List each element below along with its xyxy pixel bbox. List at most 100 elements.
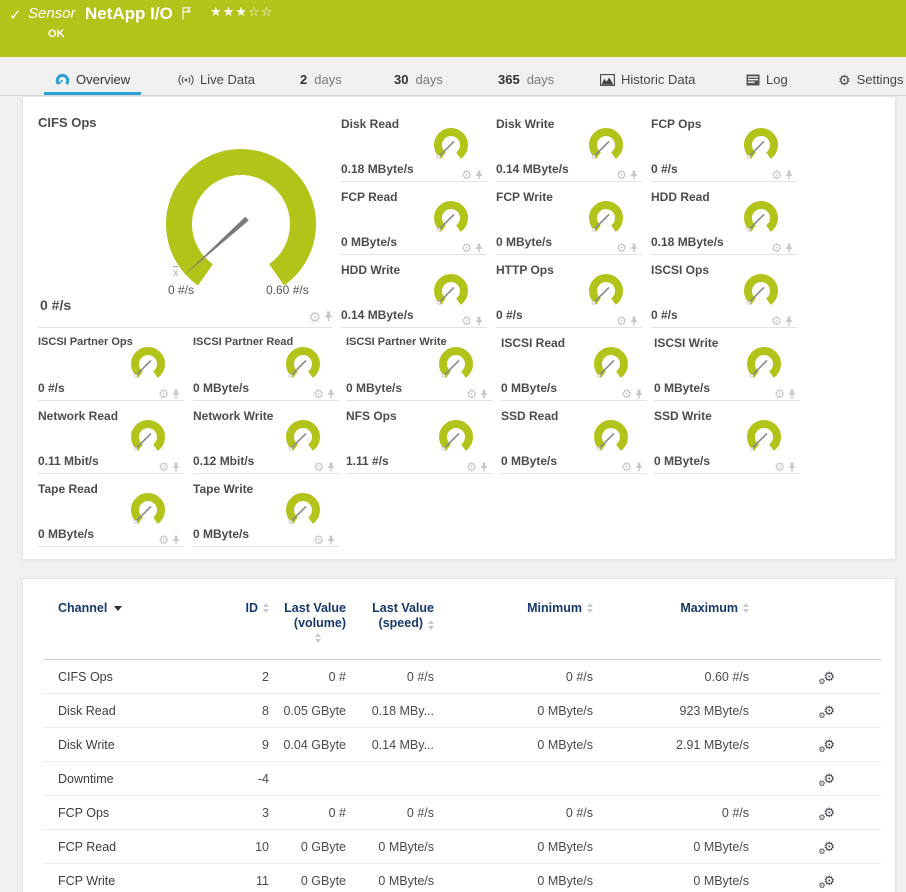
col-minimum[interactable]: Minimum	[434, 601, 593, 659]
flag-icon[interactable]	[182, 7, 191, 25]
average-marker: x	[173, 267, 179, 279]
gauge-settings-icon[interactable]: ⚙	[313, 388, 324, 400]
pin-icon[interactable]	[475, 316, 483, 327]
gauge-settings-icon[interactable]: ⚙	[466, 388, 477, 400]
gauge-settings-icon[interactable]: ⚙	[616, 169, 627, 181]
tab-overview[interactable]: Overview	[55, 72, 130, 87]
pin-icon[interactable]	[327, 535, 335, 546]
gauge-cell-http-ops[interactable]: HTTP Ops 0 #/s ⚙	[496, 255, 642, 328]
tab-historic-data[interactable]: Historic Data	[600, 72, 695, 87]
pin-icon[interactable]	[172, 535, 180, 546]
gauge-settings-icon[interactable]: ⚙	[313, 534, 324, 546]
pin-icon[interactable]	[630, 243, 638, 254]
gauge-settings-icon[interactable]: ⚙	[158, 388, 169, 400]
col-id[interactable]: ID	[218, 601, 269, 659]
gauge-cell-iscsi-ops[interactable]: ISCSI Ops 0 #/s ⚙	[651, 255, 797, 328]
gauge-cell-nfs-ops[interactable]: NFS Ops 1.11 #/s ⚙	[346, 401, 492, 474]
col-channel[interactable]: Channel	[58, 601, 218, 659]
pin-icon[interactable]	[635, 389, 643, 400]
tab-2-days[interactable]: 2 days	[300, 72, 342, 87]
tab-log[interactable]: Log	[746, 72, 788, 87]
gauge-cell-fcp-ops[interactable]: FCP Ops 0 #/s ⚙	[651, 109, 797, 182]
pin-icon[interactable]	[475, 243, 483, 254]
pin-icon[interactable]	[788, 389, 796, 400]
gauge-cell-hdd-write[interactable]: HDD Write 0.14 MByte/s ⚙	[341, 255, 487, 328]
gauge-cell-iscsi-write[interactable]: ISCSI Write 0 MByte/s ⚙	[654, 328, 800, 401]
gauge-settings-icon[interactable]: ⚙	[466, 461, 477, 473]
gauge-settings-icon[interactable]: ⚙	[771, 242, 782, 254]
gauge-settings-icon[interactable]: ⚙	[771, 315, 782, 327]
channel-settings-icon[interactable]: ⚙⚙	[823, 840, 835, 854]
tab-settings[interactable]: ⚙ Settings	[838, 72, 904, 87]
gauge-cell-iscsi-partner-read[interactable]: ISCSI Partner Read 0 MByte/s ⚙	[193, 328, 339, 401]
gauge-cell-ssd-write[interactable]: SSD Write 0 MByte/s ⚙	[654, 401, 800, 474]
col-last-value-volume[interactable]: Last Value (volume)	[269, 601, 346, 659]
pin-icon[interactable]	[785, 243, 793, 254]
gauge-settings-icon[interactable]: ⚙	[313, 461, 324, 473]
gauge-settings-icon[interactable]: ⚙	[774, 388, 785, 400]
gauge-settings-icon[interactable]: ⚙	[616, 242, 627, 254]
priority-stars[interactable]: ★★★☆☆	[210, 4, 273, 20]
gauge-settings-icon[interactable]: ⚙	[461, 315, 472, 327]
minimum: 0 MByte/s	[434, 840, 593, 854]
gauge-value: 0 #/s	[40, 297, 71, 313]
pin-icon[interactable]	[785, 316, 793, 327]
gauge-cell-iscsi-partner-ops[interactable]: ISCSI Partner Ops 0 #/s ⚙	[38, 328, 184, 401]
pin-icon[interactable]	[475, 170, 483, 181]
gauge-settings-icon[interactable]: ⚙	[621, 461, 632, 473]
channel-settings-icon[interactable]: ⚙⚙	[823, 874, 835, 888]
gauge-cell-cifs-ops[interactable]: CIFS Ops x 0 #/s 0.60 #/s 0 #/s ⚙	[38, 109, 333, 328]
channel-settings-icon[interactable]: ⚙⚙	[823, 738, 835, 752]
gauge-cell-iscsi-partner-write[interactable]: ISCSI Partner Write 0 MByte/s ⚙	[346, 328, 492, 401]
gauge-settings-icon[interactable]: ⚙	[616, 315, 627, 327]
gauge-cell-tape-read[interactable]: Tape Read 0 MByte/s ⚙	[38, 474, 184, 547]
gauge-cell-fcp-write[interactable]: FCP Write 0 MByte/s ⚙	[496, 182, 642, 255]
gauge-cell-fcp-read[interactable]: FCP Read 0 MByte/s ⚙	[341, 182, 487, 255]
gauge-label: Network Read	[38, 409, 118, 423]
pin-icon[interactable]	[327, 389, 335, 400]
pin-icon[interactable]	[630, 170, 638, 181]
last-value-volume: 0 #	[269, 806, 346, 820]
gauge-settings-icon[interactable]: ⚙	[158, 534, 169, 546]
gauge-cell-hdd-read[interactable]: HDD Read 0.18 MByte/s ⚙	[651, 182, 797, 255]
gauge-settings-icon[interactable]: ⚙	[621, 388, 632, 400]
channel-id: 11	[218, 874, 269, 888]
pin-icon[interactable]	[172, 462, 180, 473]
col-last-value-speed[interactable]: Last Value (speed)	[346, 601, 434, 659]
pin-icon[interactable]	[635, 462, 643, 473]
channel-settings-icon[interactable]: ⚙⚙	[823, 670, 835, 684]
gauge-label: Network Write	[193, 409, 273, 423]
gauge-cell-network-read[interactable]: Network Read 0.11 Mbit/s ⚙	[38, 401, 184, 474]
col-maximum[interactable]: Maximum	[593, 601, 749, 659]
gauge-value: 0.14 MByte/s	[341, 308, 414, 322]
channel-settings-icon[interactable]: ⚙⚙	[823, 806, 835, 820]
pin-icon[interactable]	[630, 316, 638, 327]
tab-live-data[interactable]: Live Data	[178, 72, 255, 87]
gauge-cell-ssd-read[interactable]: SSD Read 0 MByte/s ⚙	[501, 401, 647, 474]
gauge-settings-icon[interactable]: ⚙	[461, 169, 472, 181]
pin-icon[interactable]	[785, 170, 793, 181]
gauge-settings-icon[interactable]: ⚙	[158, 461, 169, 473]
tab-30-days[interactable]: 30 days	[394, 72, 443, 87]
gauge-cell-iscsi-read[interactable]: ISCSI Read 0 MByte/s ⚙	[501, 328, 647, 401]
gauge-settings-icon[interactable]: ⚙	[308, 311, 321, 323]
pin-icon[interactable]	[480, 462, 488, 473]
pin-icon[interactable]	[480, 389, 488, 400]
gauge-cell-network-write[interactable]: Network Write 0.12 Mbit/s ⚙	[193, 401, 339, 474]
gauge-settings-icon[interactable]: ⚙	[771, 169, 782, 181]
log-icon	[746, 74, 760, 86]
gauge-settings-icon[interactable]: ⚙	[774, 461, 785, 473]
pin-icon[interactable]	[172, 389, 180, 400]
gauge-cell-disk-write[interactable]: Disk Write 0.14 MByte/s ⚙	[496, 109, 642, 182]
pin-icon[interactable]	[327, 462, 335, 473]
gauge-cell-tape-write[interactable]: Tape Write 0 MByte/s ⚙	[193, 474, 339, 547]
gauge-value: 0 MByte/s	[654, 454, 710, 468]
pin-icon[interactable]	[788, 462, 796, 473]
gauge-settings-icon[interactable]: ⚙	[461, 242, 472, 254]
channel-settings-icon[interactable]: ⚙⚙	[823, 704, 835, 718]
last-value-speed: 0.14 MBy...	[346, 738, 434, 752]
pin-icon[interactable]	[324, 311, 333, 323]
tab-365-days[interactable]: 365 days	[498, 72, 554, 87]
gauge-cell-disk-read[interactable]: Disk Read 0.18 MByte/s ⚙	[341, 109, 487, 182]
channel-settings-icon[interactable]: ⚙⚙	[823, 772, 835, 786]
